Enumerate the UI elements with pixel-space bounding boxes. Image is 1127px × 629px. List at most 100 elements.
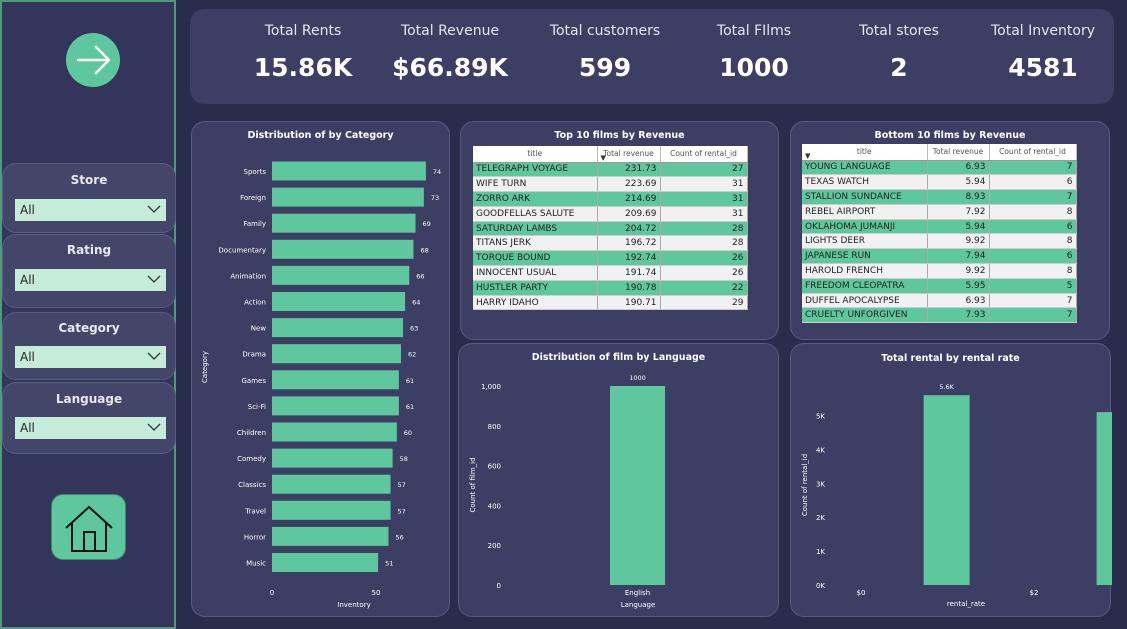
x-axis-label: Inventory <box>337 601 370 609</box>
table-row[interactable]: REBEL AIRPORT 7.92 8 <box>802 204 1077 220</box>
cell-rental-count: 7 <box>989 160 1077 176</box>
column-header-total-revenue[interactable]: Total revenue <box>927 144 990 161</box>
language-dropdown[interactable]: All <box>15 417 166 439</box>
category-bar <box>272 474 391 494</box>
category-bar <box>272 187 424 207</box>
category-tick-label: Action <box>244 299 266 307</box>
category-bar <box>272 292 406 311</box>
cell-rental-count: 7 <box>989 293 1077 309</box>
table-row[interactable]: JAPANESE RUN 7.94 6 <box>802 248 1077 265</box>
column-header-title[interactable]: title <box>473 146 598 163</box>
rating-dropdown[interactable]: All <box>15 269 166 291</box>
table-row[interactable]: SATURDAY LAMBS 204.72 28 <box>473 221 748 237</box>
table-row[interactable]: TEXAS WATCH 5.94 6 <box>802 174 1077 191</box>
table-row[interactable]: HARRY IDAHO 190.71 29 <box>473 295 748 311</box>
category-bar-chart: Sports 74 Foreign 73 Family 69 Documentary 68 An… <box>201 161 441 609</box>
table-row[interactable]: LIGHTS DEER 9.92 8 <box>802 233 1077 250</box>
table-row[interactable]: HUSTLER PARTY 190.78 22 <box>473 280 748 296</box>
table-row[interactable]: TELEGRAPH VOYAGE 231.73 27 <box>473 162 748 178</box>
table-row[interactable]: GOODFELLAS SALUTE 209.69 31 <box>473 206 748 222</box>
cell-rental-count: 27 <box>660 162 748 178</box>
y-tick-label: 3K <box>816 480 825 488</box>
table-row[interactable]: FREEDOM CLEOPATRA 5.95 5 <box>802 278 1077 294</box>
category-bar <box>272 396 399 416</box>
cell-total-revenue: 209.69 <box>597 206 661 222</box>
cell-rental-count: 28 <box>660 235 748 252</box>
cell-title: HAROLD FRENCH <box>802 263 928 279</box>
category-slicer-title: Category <box>58 321 120 335</box>
category-bar <box>272 161 426 181</box>
language-bar-chart: 0 200 400 600 800 1,000 1000 English Language Cou… <box>469 374 665 609</box>
y-tick-label: 600 <box>488 463 501 471</box>
category-bar <box>272 370 399 390</box>
category-tick-label: Comedy <box>237 455 266 463</box>
table-row[interactable]: OKLAHOMA JUMANJI 5.94 6 <box>802 219 1077 235</box>
cell-rental-count: 8 <box>989 263 1077 279</box>
cell-title: TORQUE BOUND <box>473 250 598 267</box>
kpi-value: $66.89K <box>392 53 508 82</box>
table-row[interactable]: CRUELTY UNFORGIVEN 7.93 7 <box>802 307 1077 324</box>
kpi-label: Total customers <box>549 23 661 39</box>
cell-rental-count: 29 <box>660 295 748 311</box>
category-bar <box>272 422 397 442</box>
cell-title: ZORRO ARK <box>473 191 598 207</box>
cell-rental-count: 6 <box>989 248 1077 265</box>
category-bar <box>272 553 379 572</box>
sort-caret-icon: ▼ <box>805 151 811 160</box>
category-bar <box>272 239 414 259</box>
column-header-total-revenue[interactable]: ▼ Total revenue <box>597 146 661 163</box>
table-row[interactable]: TORQUE BOUND 192.74 26 <box>473 250 748 267</box>
category-bar <box>272 318 404 338</box>
column-header-title[interactable]: ▼ title <box>802 144 928 161</box>
x-tick-label: 0 <box>270 589 274 597</box>
category-data-label: 56 <box>395 533 403 541</box>
table-row[interactable]: WIFE TURN 223.69 31 <box>473 176 748 193</box>
category-data-label: 73 <box>431 194 439 202</box>
home-button[interactable] <box>51 494 126 560</box>
kpi-value: 4581 <box>1008 53 1078 82</box>
table-row[interactable]: HAROLD FRENCH 9.92 8 <box>802 263 1077 279</box>
language-dropdown-value: All <box>20 421 35 435</box>
table-row[interactable]: STALLION SUNDANCE 8.93 7 <box>802 189 1077 205</box>
table-row[interactable]: TITANS JERK 196.72 28 <box>473 235 748 252</box>
table-row[interactable]: YOUNG LANGUAGE 6.93 7 <box>802 160 1077 176</box>
kpi-value: 1000 <box>719 53 789 82</box>
category-data-label: 69 <box>423 220 431 228</box>
table-row[interactable]: INNOCENT USUAL 191.74 26 <box>473 265 748 281</box>
cell-rental-count: 22 <box>660 280 748 296</box>
table-row[interactable]: DUFFEL APOCALYPSE 6.93 7 <box>802 293 1077 309</box>
x-tick-label: $0 <box>857 589 866 597</box>
column-header-count[interactable]: Count of rental_id <box>660 146 748 163</box>
home-icon <box>65 505 113 552</box>
y-tick-label: 800 <box>488 423 501 431</box>
category-tick-label: Music <box>246 560 266 568</box>
category-data-label: 57 <box>398 481 406 489</box>
cell-title: REBEL AIRPORT <box>802 204 928 220</box>
cell-total-revenue: 8.93 <box>927 189 990 205</box>
cell-total-revenue: 9.92 <box>927 233 990 250</box>
cell-total-revenue: 190.71 <box>597 295 661 311</box>
column-header-count[interactable]: Count of rental_id <box>989 144 1077 161</box>
y-tick-label: 5K <box>816 413 825 421</box>
y-tick-label: 0K <box>816 582 825 590</box>
category-slicer: Category All <box>2 312 176 380</box>
cell-rental-count: 26 <box>660 265 748 281</box>
category-data-label: 62 <box>408 351 416 359</box>
x-tick-label: $2 <box>1030 589 1039 597</box>
category-dropdown[interactable]: All <box>15 346 166 368</box>
chevron-down-icon <box>147 423 161 431</box>
next-page-button[interactable] <box>66 33 120 87</box>
category-chart-panel: Distribution of by Category Sports 74 Fore… <box>191 121 450 617</box>
cell-title: HARRY IDAHO <box>473 295 598 311</box>
kpi-label: Total Inventory <box>990 23 1095 39</box>
store-dropdown[interactable]: All <box>15 199 166 221</box>
category-data-label: 74 <box>433 168 441 176</box>
category-dropdown-value: All <box>20 350 35 364</box>
y-tick-label: 400 <box>488 502 501 510</box>
cell-title: JAPANESE RUN <box>802 248 928 265</box>
y-axis-label: Count of rental_id <box>801 454 809 516</box>
kpi-label: Total Rents <box>264 23 342 39</box>
bottom-films-title: Bottom 10 films by Revenue <box>874 130 1026 141</box>
table-row[interactable]: ZORRO ARK 214.69 31 <box>473 191 748 207</box>
cell-rental-count: 28 <box>660 221 748 237</box>
